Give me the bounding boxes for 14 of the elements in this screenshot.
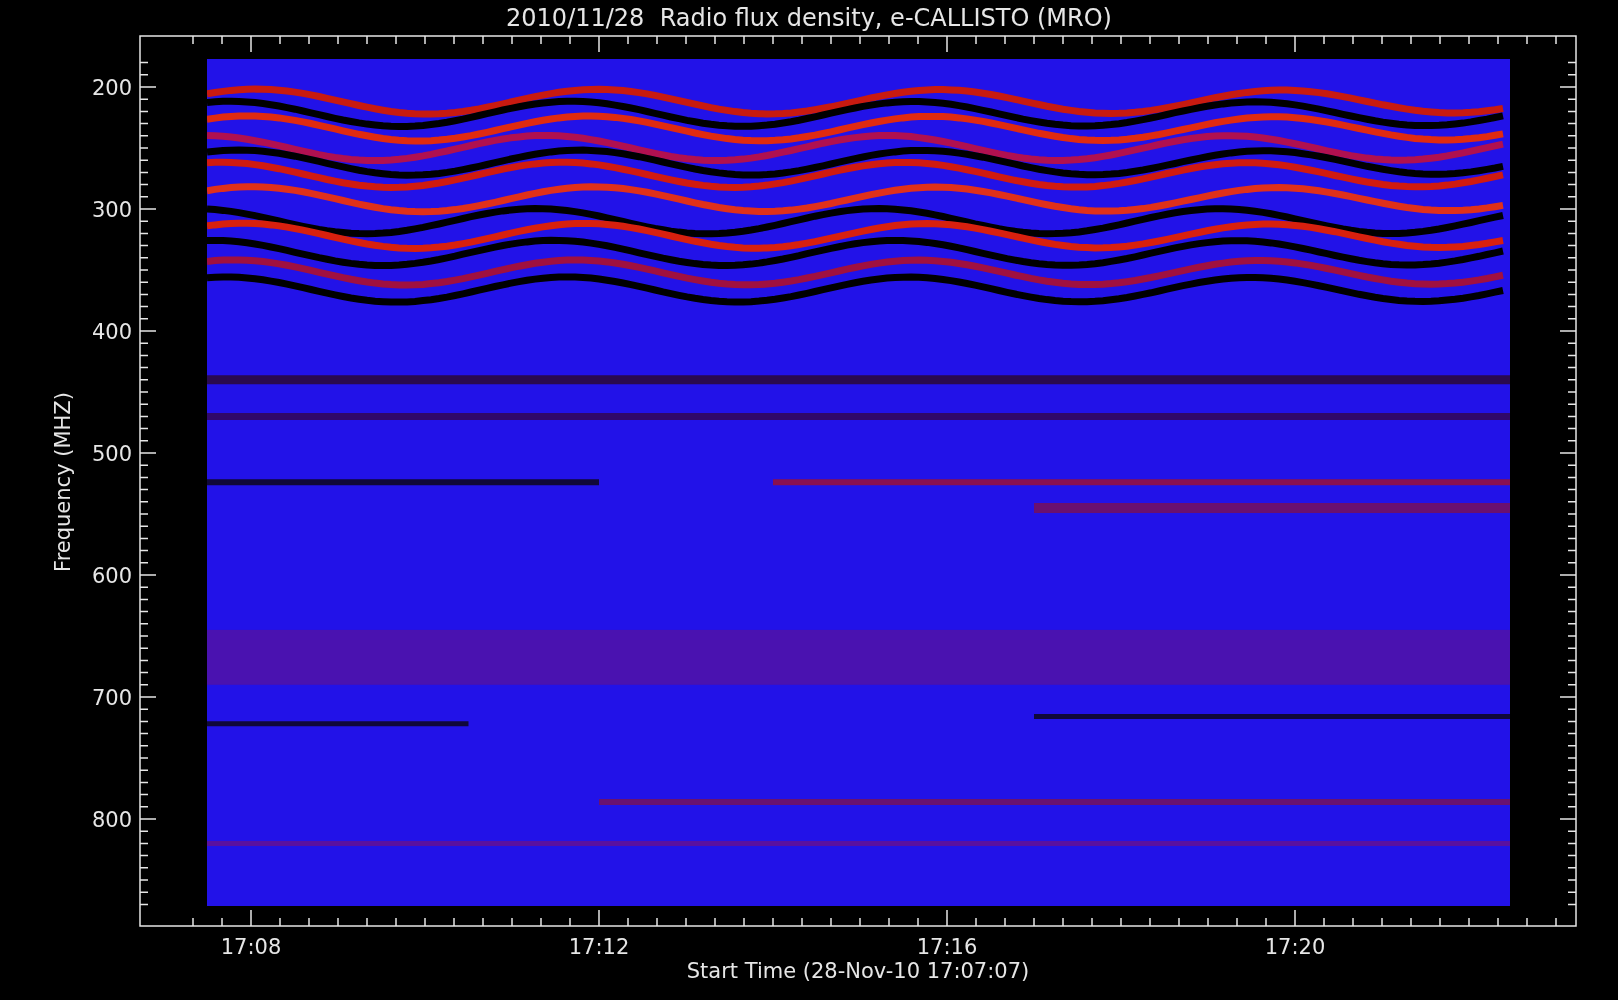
chart-title: 2010/11/28 Radio flux density, e-CALLISTO (MRO) [506,4,1112,32]
x-tick-label: 17:20 [1264,935,1326,959]
y-tick-label: 200 [91,76,132,100]
x-axis-label: Start Time (28-Nov-10 17:07:07) [686,959,1030,983]
y-axis-label: Frequency (MHZ) [51,392,75,572]
y-tick-label: 400 [91,320,132,344]
x-tick-label: 17:16 [916,935,978,959]
y-tick-label: 800 [91,808,132,832]
y-tick-label: 500 [91,442,132,466]
y-tick-label: 300 [91,198,132,222]
y-tick-label: 600 [91,564,132,588]
x-tick-label: 17:08 [220,935,282,959]
y-tick-label: 700 [91,686,132,710]
x-tick-label: 17:12 [568,935,630,959]
